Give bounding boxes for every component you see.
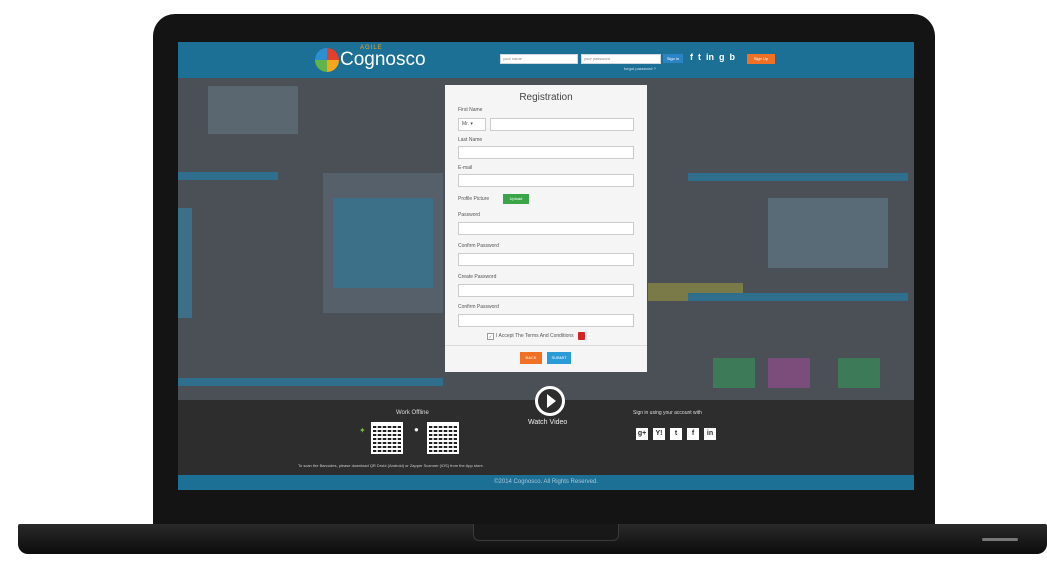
bg-table — [333, 198, 433, 288]
confirm-password-label: Confirm Password — [458, 243, 499, 249]
linkedin-icon[interactable]: in — [706, 52, 714, 62]
email-label: E-mail — [458, 165, 473, 171]
play-video-button[interactable] — [535, 386, 565, 416]
google-icon[interactable]: g — [719, 52, 725, 62]
password-label: Password — [458, 212, 480, 218]
registration-modal: Registration First Name Mr. ▾ Last Name … — [445, 85, 647, 372]
twitter-icon[interactable]: t — [698, 52, 701, 62]
confirm-password-2-label: Confirm Password — [458, 304, 499, 310]
username-input[interactable]: your name — [500, 54, 578, 64]
ios-qr-code — [427, 422, 459, 454]
bg-bottom-bar — [178, 378, 443, 386]
bg-bar-chart — [768, 198, 888, 268]
bg-devices-image — [208, 86, 298, 134]
blogger-icon[interactable]: b — [730, 52, 736, 62]
bg-panel-header-right-2 — [688, 293, 908, 301]
apple-icon: ● — [414, 425, 419, 434]
create-password-input[interactable] — [458, 284, 634, 297]
laptop-foot — [982, 538, 1018, 541]
bg-panel-header — [178, 172, 278, 180]
forgot-password-link[interactable]: forgot password ? — [624, 66, 656, 71]
facebook-icon[interactable]: f — [690, 52, 693, 62]
barcode-note: To scan the Barcodes, please download QR… — [298, 463, 484, 468]
submit-button[interactable]: SUBMIT — [547, 352, 571, 364]
title-select[interactable]: Mr. ▾ — [458, 118, 486, 131]
android-icon: ✦ — [359, 426, 366, 435]
last-name-input[interactable] — [458, 146, 634, 159]
watch-video-label[interactable]: Watch Video — [528, 419, 567, 426]
logo-text: Cognosco — [340, 49, 426, 70]
laptop-screen: AGILE Cognosco your name your password S… — [178, 42, 914, 490]
linkedin-icon[interactable]: in — [704, 428, 716, 440]
first-name-label: First Name — [458, 107, 483, 113]
signin-social-label: Sign in using your account with — [633, 410, 702, 416]
back-button[interactable]: BACK — [520, 352, 542, 364]
yahoo-icon[interactable]: Y! — [653, 428, 665, 440]
bg-green-tile-2 — [838, 358, 880, 388]
google-plus-icon[interactable]: g+ — [636, 428, 648, 440]
profile-picture-label: Profile Picture — [458, 196, 490, 202]
laptop-notch — [473, 524, 619, 541]
email-input[interactable] — [458, 174, 634, 187]
twitter-icon[interactable]: t — [670, 428, 682, 440]
cognosco-logo-icon — [315, 48, 339, 72]
terms-checkbox[interactable]: ✓ — [487, 332, 494, 340]
terms-label[interactable]: I Accept The Terms And Conditions — [496, 333, 574, 339]
pdf-icon[interactable] — [577, 332, 585, 340]
work-offline-label: Work Offline — [396, 410, 429, 416]
bg-green-tile — [713, 358, 755, 388]
copyright-bar: ©2014 Cognosco. All Rights Reserved. — [178, 475, 914, 490]
bg-panel-header-right — [688, 173, 908, 181]
registration-title: Registration — [519, 92, 573, 103]
top-bar: AGILE Cognosco your name your password S… — [178, 42, 914, 78]
footer-social-icons: g+ Y! t f in — [636, 428, 716, 440]
confirm-password-2-input[interactable] — [458, 314, 634, 327]
create-password-label: Create Password — [458, 274, 497, 280]
confirm-password-input[interactable] — [458, 253, 634, 266]
signin-button[interactable]: Sign in — [663, 54, 683, 63]
top-social-links: f t in g b — [690, 52, 735, 62]
password-input[interactable]: your password — [581, 54, 661, 64]
password-input-field[interactable] — [458, 222, 634, 235]
terms-row: ✓ I Accept The Terms And Conditions — [487, 332, 585, 340]
first-name-input[interactable] — [490, 118, 634, 131]
play-icon — [547, 394, 556, 408]
bg-sidebar — [178, 208, 192, 318]
bg-purple-tile — [768, 358, 810, 388]
signup-button[interactable]: Sign Up — [747, 54, 775, 64]
card-divider — [445, 345, 647, 346]
last-name-label: Last Name — [458, 137, 483, 143]
footer: Work Offline ✦ ● To scan the Barcodes, p… — [178, 386, 914, 475]
facebook-icon[interactable]: f — [687, 428, 699, 440]
upload-button[interactable]: Upload — [503, 194, 529, 204]
android-qr-code — [371, 422, 403, 454]
